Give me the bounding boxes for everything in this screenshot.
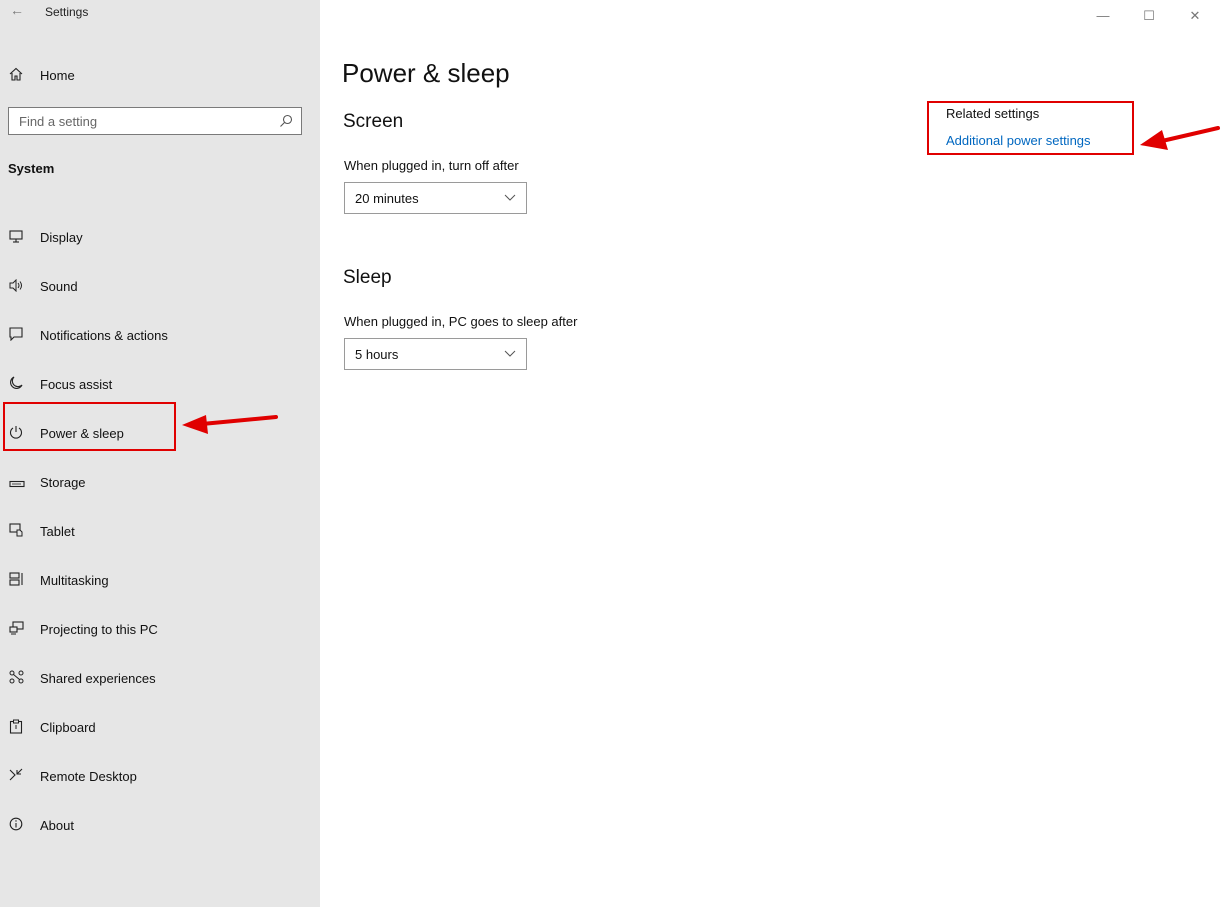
highlight-box-power-sleep [3,402,176,451]
sound-icon [9,278,37,295]
tablet-icon [9,523,37,540]
sidebar-item-label: Focus assist [40,377,113,392]
sidebar-item-projecting[interactable]: Projecting to this PC [0,605,320,654]
moon-icon [9,376,37,393]
multitasking-icon [9,572,37,589]
sidebar-item-remote-desktop[interactable]: Remote Desktop [0,752,320,801]
sidebar-item-label: Multitasking [40,573,109,588]
search-input[interactable]: Find a setting [8,107,302,135]
home-label: Home [40,67,75,83]
home-icon [9,67,37,84]
sidebar-item-notifications[interactable]: Notifications & actions [0,311,320,360]
sidebar-item-label: Clipboard [40,720,96,735]
shared-icon [9,670,37,687]
minimize-icon[interactable]: — [1080,2,1126,30]
back-arrow-icon[interactable]: ← [10,2,28,18]
storage-icon [9,475,37,491]
sidebar-item-label: Sound [40,279,78,294]
sidebar: ← Settings Home Find a setting System Di… [0,0,320,907]
sidebar-item-display[interactable]: Display [0,213,320,262]
screen-section-heading: Screen [343,111,404,132]
search-placeholder: Find a setting [19,114,98,129]
sidebar-item-label: Shared experiences [40,671,156,686]
sidebar-item-label: Remote Desktop [40,769,137,784]
nav-list: Display Sound Notifications & actions Fo… [0,213,320,850]
sidebar-item-clipboard[interactable]: Clipboard [0,703,320,752]
projecting-icon [9,621,37,638]
screen-timeout-value: 20 minutes [355,191,419,206]
sidebar-item-tablet[interactable]: Tablet [0,507,320,556]
sleep-section-heading: Sleep [343,267,392,288]
sidebar-item-label: Tablet [40,524,75,539]
sidebar-item-storage[interactable]: Storage [0,458,320,507]
home-nav-item[interactable]: Home [0,60,320,90]
sidebar-item-about[interactable]: About [0,801,320,850]
red-arrow-annotation [182,415,278,434]
page-title: Power & sleep [342,58,510,88]
screen-timeout-dropdown[interactable]: 20 minutes [344,182,527,214]
sleep-timeout-label: When plugged in, PC goes to sleep after [344,314,578,329]
clipboard-icon [9,719,37,737]
sidebar-item-multitasking[interactable]: Multitasking [0,556,320,605]
sidebar-item-sound[interactable]: Sound [0,262,320,311]
sidebar-item-shared-experiences[interactable]: Shared experiences [0,654,320,703]
display-icon [9,229,37,246]
close-icon[interactable]: ✕ [1172,2,1218,30]
red-arrow-annotation [1140,126,1220,150]
maximize-icon[interactable]: ☐ [1126,2,1172,30]
sidebar-item-label: Storage [40,475,86,490]
chevron-down-icon [504,194,516,201]
sleep-timeout-dropdown[interactable]: 5 hours [344,338,527,370]
sidebar-item-label: About [40,818,74,833]
related-settings-heading: Related settings [946,106,1040,121]
remote-desktop-icon [9,768,37,785]
notifications-icon [9,327,37,344]
sidebar-item-label: Display [40,230,83,245]
sidebar-item-label: Notifications & actions [40,328,168,343]
system-group-label: System [8,161,55,176]
window-title: Settings [45,5,89,19]
sleep-timeout-value: 5 hours [355,347,399,362]
additional-power-settings-link[interactable]: Additional power settings [946,133,1091,148]
screen-timeout-label: When plugged in, turn off after [344,158,519,173]
search-icon [280,114,293,127]
info-icon [9,817,37,834]
chevron-down-icon [504,350,516,357]
sidebar-item-label: Projecting to this PC [40,622,158,637]
